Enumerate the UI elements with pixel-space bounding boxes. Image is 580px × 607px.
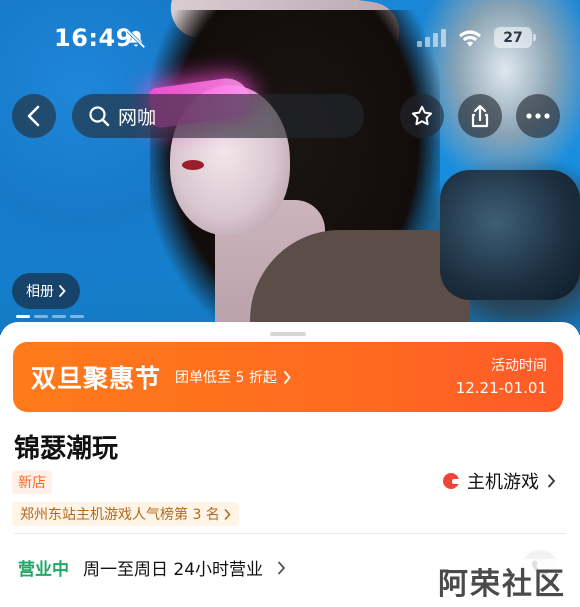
photo-page-indicator: [16, 315, 84, 318]
chevron-right-icon: [224, 508, 231, 520]
chevron-left-icon: [27, 105, 40, 127]
search-icon: [89, 106, 110, 127]
promo-time: 活动时间 12.21-01.01: [456, 355, 547, 397]
watermark: 阿荣社区: [432, 559, 572, 603]
search-bar[interactable]: 网咖: [72, 94, 364, 138]
more-dots-icon: [526, 113, 550, 119]
favorite-button[interactable]: [400, 94, 444, 138]
hero-photo[interactable]: 16:49 27 网咖 相册: [0, 0, 580, 335]
page-dot: [52, 315, 66, 318]
chevron-right-icon: [283, 370, 291, 384]
back-button[interactable]: [12, 94, 56, 138]
share-button[interactable]: [458, 94, 502, 138]
shop-name: 锦瑟潮玩: [14, 434, 119, 464]
business-hours-row[interactable]: 营业中 周一至周日 24小时营业: [18, 555, 286, 580]
star-icon: [411, 105, 433, 126]
more-button[interactable]: [516, 94, 560, 138]
promo-time-label: 活动时间: [491, 358, 547, 374]
sheet-drag-handle[interactable]: [270, 332, 306, 336]
cellular-signal-icon: [417, 28, 446, 47]
promo-time-range: 12.21-01.01: [455, 379, 547, 397]
game-category-icon: [443, 473, 460, 489]
share-icon: [471, 104, 489, 128]
promo-subtitle: 团单低至 5 折起: [175, 367, 291, 387]
album-button[interactable]: 相册: [12, 273, 80, 309]
new-shop-tag: 新店: [12, 470, 52, 494]
page-dot: [16, 315, 30, 318]
hero-figure-lips: [182, 160, 204, 170]
promo-banner[interactable]: 双旦聚惠节 团单低至 5 折起 活动时间 12.21-01.01: [13, 342, 563, 412]
status-time: 16:49: [54, 24, 133, 52]
chevron-right-icon: [59, 285, 66, 297]
chevron-right-icon: [548, 474, 556, 488]
ranking-text: 郑州东站主机游戏人气榜第 3 名: [20, 507, 220, 523]
page-dot: [70, 315, 84, 318]
chevron-right-icon: [278, 561, 286, 574]
promo-subtitle-text: 团单低至 5 折起: [175, 370, 277, 386]
category-link[interactable]: 主机游戏: [443, 468, 556, 494]
wifi-icon: [459, 29, 481, 46]
search-query: 网咖: [118, 106, 157, 129]
promo-title: 双旦聚惠节: [31, 364, 162, 393]
bell-muted-icon: [126, 29, 146, 49]
hero-glass-object: [440, 170, 580, 300]
page-dot: [34, 315, 48, 318]
open-status: 营业中: [18, 560, 69, 580]
divider: [14, 533, 566, 534]
category-label: 主机游戏: [467, 472, 539, 493]
ranking-badge[interactable]: 郑州东站主机游戏人气榜第 3 名: [12, 502, 239, 526]
hours-schedule: 周一至周日 24小时营业: [83, 560, 264, 580]
album-label: 相册: [26, 284, 54, 300]
battery-indicator: 27: [494, 27, 536, 48]
